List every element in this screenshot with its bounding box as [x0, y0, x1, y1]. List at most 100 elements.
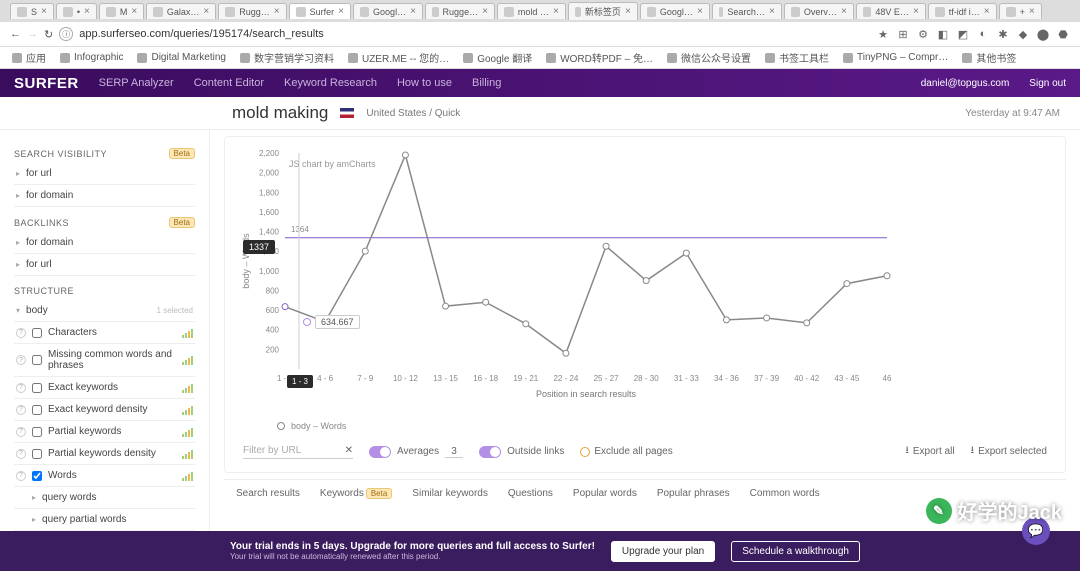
- sidebar-item-domain[interactable]: ▸for domain: [14, 185, 195, 207]
- bookmark-item[interactable]: 书签工具栏: [765, 50, 829, 65]
- export-all-button[interactable]: ⭳Export all: [905, 443, 954, 460]
- reload-icon[interactable]: ↻: [44, 28, 53, 41]
- sidebar-item-back-url[interactable]: ▸for url: [14, 254, 195, 276]
- results-tab[interactable]: Common words: [750, 488, 820, 499]
- sidebar-structure-item[interactable]: ▸query words: [14, 487, 195, 509]
- toggle-averages[interactable]: Averages 3: [369, 446, 463, 458]
- bookmark-item[interactable]: TinyPNG – Compr…: [843, 52, 948, 63]
- browser-tab[interactable]: Search…×: [712, 3, 782, 19]
- checkbox[interactable]: [32, 328, 42, 338]
- sidebar-structure-item[interactable]: ?Words: [14, 465, 195, 487]
- browser-tab[interactable]: +×: [999, 3, 1042, 19]
- chart-area[interactable]: JS chart by amCharts 1337 1 - 3 634.667 …: [237, 145, 1053, 415]
- checkbox[interactable]: [32, 471, 42, 481]
- help-icon[interactable]: ?: [16, 427, 26, 437]
- browser-tab[interactable]: Rugg…×: [218, 3, 286, 19]
- nav-billing[interactable]: Billing: [472, 77, 501, 89]
- help-icon[interactable]: ?: [16, 355, 26, 365]
- export-selected-button[interactable]: ⭳Export selected: [971, 443, 1047, 460]
- sidebar-structure-item[interactable]: ?Characters: [14, 322, 195, 344]
- exclude-all-button[interactable]: Exclude all pages: [580, 446, 672, 457]
- close-icon[interactable]: ×: [625, 6, 631, 17]
- help-icon[interactable]: ?: [16, 405, 26, 415]
- nav-serp[interactable]: SERP Analyzer: [99, 77, 174, 89]
- nav-howto[interactable]: How to use: [397, 77, 452, 89]
- close-icon[interactable]: ×: [203, 6, 209, 17]
- clear-icon[interactable]: ✕: [345, 445, 353, 456]
- sidebar-structure-item[interactable]: ▸query partial words: [14, 509, 195, 531]
- brand-logo[interactable]: SURFER: [14, 75, 79, 92]
- chart-legend[interactable]: body – Words: [237, 421, 1053, 431]
- browser-tab[interactable]: Googl…×: [353, 3, 423, 19]
- nav-content[interactable]: Content Editor: [194, 77, 264, 89]
- close-icon[interactable]: ×: [131, 6, 137, 17]
- sidebar-structure-item[interactable]: ?Partial keywords density: [14, 443, 195, 465]
- close-icon[interactable]: ×: [410, 6, 416, 17]
- browser-tab[interactable]: mold …×: [497, 3, 566, 19]
- checkbox[interactable]: [32, 383, 42, 393]
- close-icon[interactable]: ×: [274, 6, 280, 17]
- nav-keyword[interactable]: Keyword Research: [284, 77, 377, 89]
- bookmark-item[interactable]: 微信公众号设置: [667, 50, 751, 65]
- bookmark-item[interactable]: 其他书签: [962, 50, 1016, 65]
- browser-tab[interactable]: 48V E…×: [856, 3, 926, 19]
- browser-tab[interactable]: Overv…×: [784, 3, 854, 19]
- signout-link[interactable]: Sign out: [1029, 78, 1066, 89]
- sidebar-item-back-domain[interactable]: ▸for domain: [14, 232, 195, 254]
- close-icon[interactable]: ×: [482, 6, 488, 17]
- browser-tab[interactable]: S×: [10, 3, 54, 19]
- forward-icon[interactable]: →: [27, 28, 38, 40]
- bookmark-item[interactable]: 数字营销学习资料: [240, 50, 334, 65]
- results-tab[interactable]: Popular phrases: [657, 488, 730, 499]
- sidebar-item-body[interactable]: ▾body1 selected: [14, 300, 195, 322]
- user-email[interactable]: daniel@topgus.com: [921, 78, 1010, 89]
- browser-tab[interactable]: Rugge…×: [425, 3, 495, 19]
- close-icon[interactable]: ×: [84, 6, 90, 17]
- help-icon[interactable]: ?: [16, 328, 26, 338]
- bookmark-item[interactable]: UZER.ME -- 您的…: [348, 50, 449, 65]
- close-icon[interactable]: ×: [913, 6, 919, 17]
- sidebar-structure-item[interactable]: ?Exact keyword density: [14, 399, 195, 421]
- bookmark-item[interactable]: Infographic: [60, 52, 123, 63]
- address-field[interactable]: app.surferseo.com/queries/195174/search_…: [79, 28, 870, 40]
- back-icon[interactable]: ←: [10, 28, 21, 40]
- checkbox[interactable]: [32, 427, 42, 437]
- bookmark-item[interactable]: WORD转PDF – 免…: [546, 50, 653, 65]
- browser-tab[interactable]: M×: [99, 3, 144, 19]
- checkbox[interactable]: [32, 355, 42, 365]
- browser-tab[interactable]: tf-idf i…×: [928, 3, 997, 19]
- close-icon[interactable]: ×: [697, 6, 703, 17]
- schedule-button[interactable]: Schedule a walkthrough: [731, 541, 860, 562]
- sidebar-structure-item[interactable]: ?Missing common words and phrases: [14, 344, 195, 377]
- results-tab[interactable]: KeywordsBeta: [320, 488, 392, 499]
- toggle-outside-links[interactable]: Outside links: [479, 446, 564, 458]
- sidebar-structure-item[interactable]: ?Partial keywords: [14, 421, 195, 443]
- site-info-icon[interactable]: ⓘ: [59, 27, 73, 41]
- close-icon[interactable]: ×: [338, 6, 344, 17]
- checkbox[interactable]: [32, 449, 42, 459]
- location-label[interactable]: United States / Quick: [366, 108, 460, 119]
- help-icon[interactable]: ?: [16, 471, 26, 481]
- results-tab[interactable]: Search results: [236, 488, 300, 499]
- browser-tab[interactable]: Surfer×: [289, 3, 351, 19]
- extension-icons[interactable]: ★⊞⚙◧◩◐✱◆⬤⬣: [876, 27, 1070, 41]
- close-icon[interactable]: ×: [553, 6, 559, 17]
- close-icon[interactable]: ×: [1029, 6, 1035, 17]
- browser-tab[interactable]: Googl…×: [640, 3, 710, 19]
- sidebar-structure-item[interactable]: ?Exact keywords: [14, 377, 195, 399]
- bookmark-item[interactable]: 应用: [12, 50, 46, 65]
- close-icon[interactable]: ×: [841, 6, 847, 17]
- browser-tab[interactable]: 新标签页×: [568, 2, 638, 20]
- browser-tab[interactable]: •×: [56, 3, 97, 19]
- bookmark-item[interactable]: Google 翻译: [463, 50, 532, 65]
- close-icon[interactable]: ×: [41, 6, 47, 17]
- chart-svg[interactable]: 2004006008001,0001,2001,4001,6001,8002,0…: [237, 145, 897, 405]
- results-tab[interactable]: Popular words: [573, 488, 637, 499]
- checkbox[interactable]: [32, 405, 42, 415]
- browser-tab[interactable]: Galax…×: [146, 3, 216, 19]
- close-icon[interactable]: ×: [984, 6, 990, 17]
- upgrade-button[interactable]: Upgrade your plan: [611, 541, 715, 562]
- sidebar-item-url[interactable]: ▸for url: [14, 163, 195, 185]
- results-tab[interactable]: Similar keywords: [412, 488, 488, 499]
- help-icon[interactable]: ?: [16, 383, 26, 393]
